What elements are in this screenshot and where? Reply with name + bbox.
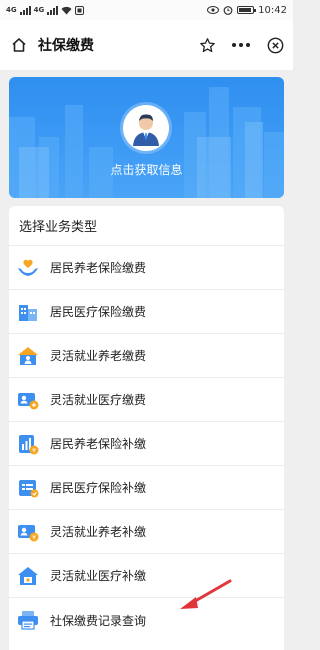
avatar	[123, 105, 169, 151]
page-title: 社保缴费	[38, 38, 94, 54]
wifi-icon	[61, 6, 72, 14]
service-label: 社保缴费记录查询	[50, 613, 147, 628]
get-info-banner[interactable]: 点击获取信息	[9, 77, 284, 198]
home-button[interactable]	[8, 34, 30, 56]
close-icon	[267, 37, 283, 53]
service-label: 居民养老保险缴费	[50, 261, 147, 275]
service-item-resident-medical-pay[interactable]: 居民医疗保险缴费	[9, 290, 284, 334]
svg-text:¥: ¥	[32, 447, 36, 454]
user-avatar-icon	[133, 114, 159, 146]
more-icon	[232, 43, 250, 47]
status-left: 4G 4G	[6, 5, 85, 15]
service-item-flexible-pension-pay[interactable]: 灵活就业养老缴费	[9, 334, 284, 378]
status-bar: 4G 4G 10:42	[0, 0, 293, 20]
list-card-icon	[15, 475, 41, 501]
house-card-icon	[15, 563, 41, 589]
hands-heart-icon	[15, 255, 41, 281]
service-label: 居民医疗保险补缴	[50, 481, 147, 495]
card-coin-icon: ¥	[15, 519, 41, 545]
get-info-text: 点击获取信息	[110, 163, 183, 177]
service-list-card: 选择业务类型 居民养老保险缴费 居民医疗保险缴费 灵活就业养老缴费 灵活就业医疗…	[9, 206, 284, 650]
service-label: 灵活就业医疗补缴	[50, 569, 147, 583]
service-label: 灵活就业医疗缴费	[50, 393, 147, 407]
nav-actions	[197, 35, 285, 55]
signal-label-1: 4G	[6, 5, 17, 14]
service-item-flexible-pension-backpay[interactable]: ¥ 灵活就业养老补缴	[9, 510, 284, 554]
chart-coin-icon: ¥	[15, 431, 41, 457]
notification-icon	[75, 5, 85, 15]
red-arrow-icon	[180, 579, 232, 609]
star-icon	[199, 37, 215, 52]
signal-bars-2-icon	[47, 5, 59, 15]
eye-icon	[207, 6, 220, 14]
service-label: 灵活就业养老补缴	[50, 525, 147, 539]
service-item-resident-pension-backpay[interactable]: ¥ 居民养老保险补缴	[9, 422, 284, 466]
service-item-resident-pension-pay[interactable]: 居民养老保险缴费	[9, 246, 284, 290]
section-title: 选择业务类型	[9, 206, 284, 246]
status-time: 10:42	[258, 4, 287, 16]
service-item-resident-medical-backpay[interactable]: 居民医疗保险补缴	[9, 466, 284, 510]
home-icon	[12, 38, 26, 52]
service-label: 灵活就业养老缴费	[50, 349, 147, 363]
card-person-icon	[15, 387, 41, 413]
signal-bars-1-icon	[19, 5, 31, 15]
battery-icon	[237, 6, 257, 14]
service-item-record-query[interactable]: 社保缴费记录查询	[9, 598, 284, 642]
favorite-button[interactable]	[197, 35, 217, 55]
nav-bar: 社保缴费	[0, 20, 293, 70]
hospital-building-icon	[15, 299, 41, 325]
close-button[interactable]	[265, 35, 285, 55]
service-item-flexible-medical-backpay[interactable]: 灵活就业医疗补缴	[9, 554, 284, 598]
service-label: 居民医疗保险缴费	[50, 305, 147, 319]
service-label: 居民养老保险补缴	[50, 437, 147, 451]
printer-icon	[15, 607, 41, 633]
alarm-icon	[223, 6, 233, 15]
service-item-flexible-medical-pay[interactable]: 灵活就业医疗缴费	[9, 378, 284, 422]
status-right: 10:42	[207, 5, 287, 16]
house-person-icon	[15, 343, 41, 369]
svg-text:¥: ¥	[32, 534, 36, 541]
signal-label-2: 4G	[33, 5, 45, 14]
more-button[interactable]	[231, 35, 251, 55]
